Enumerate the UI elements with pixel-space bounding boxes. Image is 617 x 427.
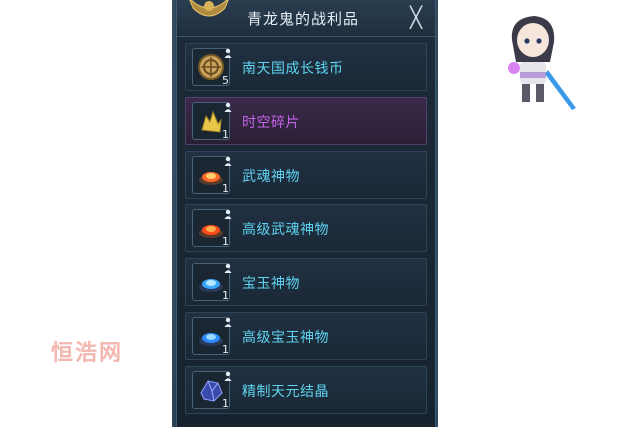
item-name: 南天国成长钱币 bbox=[242, 61, 344, 77]
item-count: 1 bbox=[222, 396, 229, 410]
item-count: 1 bbox=[222, 181, 229, 195]
person-icon bbox=[224, 371, 232, 381]
item-name: 武魂神物 bbox=[242, 168, 300, 185]
loot-item-1[interactable]: 1 时空碎片 bbox=[185, 96, 427, 145]
person-icon bbox=[224, 210, 232, 220]
item-name: 高级武魂神物 bbox=[242, 222, 329, 239]
loot-window: 青龙鬼的战利品 ╳ 5 南天国成长钱币 1 时空碎片 1 武魂神物 1 高级武魂… bbox=[176, 0, 436, 427]
person-icon bbox=[224, 317, 232, 327]
loot-item-3[interactable]: 1 高级武魂神物 bbox=[185, 204, 427, 253]
loot-list: 5 南天国成长钱币 1 时空碎片 1 武魂神物 1 高级武魂神物 1 宝玉神物 … bbox=[185, 43, 427, 420]
close-button[interactable]: ╳ bbox=[405, 6, 427, 28]
loot-item-2[interactable]: 1 武魂神物 bbox=[185, 150, 427, 199]
site-watermark: 恒浩网 bbox=[51, 341, 124, 366]
loot-window-title: 青龙鬼的战利品 bbox=[247, 10, 360, 28]
chibi-character-icon bbox=[508, 16, 576, 110]
item-name: 宝玉神物 bbox=[242, 276, 300, 293]
item-name: 时空碎片 bbox=[242, 114, 300, 131]
person-icon bbox=[224, 263, 232, 274]
ornament-emblem-icon bbox=[189, 0, 229, 17]
loot-item-5[interactable]: 1 高级宝玉神物 bbox=[185, 311, 427, 360]
person-icon bbox=[224, 102, 232, 112]
item-count: 1 bbox=[222, 235, 229, 249]
item-name: 高级宝玉神物 bbox=[242, 329, 329, 346]
loot-item-4[interactable]: 1 宝玉神物 bbox=[185, 258, 427, 307]
person-icon bbox=[224, 156, 232, 166]
loot-item-6[interactable]: 1 精制天元结晶 bbox=[185, 365, 427, 414]
item-count: 1 bbox=[222, 342, 229, 356]
person-icon bbox=[224, 48, 232, 58]
item-count: 1 bbox=[222, 289, 229, 303]
loot-window-titlebar: 青龙鬼的战利品 ╳ bbox=[177, 0, 435, 37]
item-name: 精制天元结晶 bbox=[242, 383, 329, 400]
loot-item-0[interactable]: 5 南天国成长钱币 bbox=[185, 43, 427, 91]
item-count: 5 bbox=[222, 74, 229, 87]
item-count: 1 bbox=[222, 127, 229, 141]
